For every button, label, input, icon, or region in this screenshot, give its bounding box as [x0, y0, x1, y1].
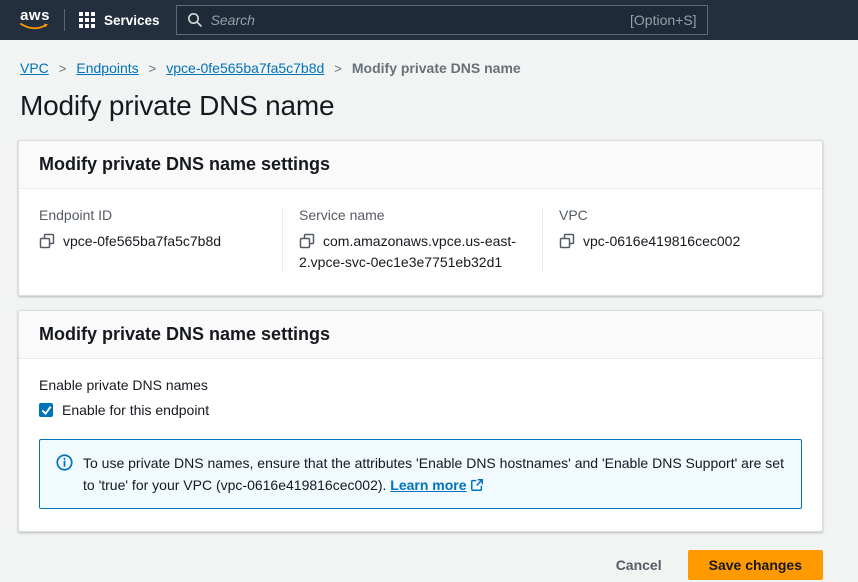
service-name-column: Service name com.amazonaws.vpce.us-east-…: [282, 207, 542, 273]
external-link-icon[interactable]: [470, 478, 484, 492]
service-name-value-row: com.amazonaws.vpce.us-east-2.vpce-svc-0e…: [299, 231, 526, 273]
top-navigation-bar: aws Services [Option+S]: [0, 0, 858, 40]
checkmark-icon: [41, 405, 52, 416]
vpc-value: vpc-0616e419816cec002: [583, 233, 740, 249]
breadcrumb-link-endpoints[interactable]: Endpoints: [76, 60, 138, 76]
form-actions: Cancel Save changes: [18, 546, 823, 580]
vpc-column: VPC vpc-0616e419816cec002: [542, 207, 802, 273]
info-icon: [56, 454, 73, 471]
settings-card-body: Enable private DNS names Enable for this…: [19, 359, 822, 531]
endpoint-id-value-row: vpce-0fe565ba7fa5c7b8d: [39, 231, 266, 252]
breadcrumb-link-endpoint-id[interactable]: vpce-0fe565ba7fa5c7b8d: [166, 60, 324, 76]
summary-card-header: Modify private DNS name settings: [19, 141, 822, 189]
breadcrumb-separator: >: [59, 61, 67, 76]
breadcrumb: VPC > Endpoints > vpce-0fe565ba7fa5c7b8d…: [20, 60, 823, 76]
enable-private-dns-label: Enable private DNS names: [39, 377, 802, 393]
topbar-divider: [64, 9, 65, 31]
settings-card-header: Modify private DNS name settings: [19, 311, 822, 359]
summary-card-title: Modify private DNS name settings: [39, 154, 802, 175]
copy-endpoint-id-icon[interactable]: [39, 233, 55, 249]
aws-logo-text: aws: [20, 9, 50, 23]
endpoint-id-column: Endpoint ID vpce-0fe565ba7fa5c7b8d: [39, 207, 282, 273]
search-shortcut-hint: [Option+S]: [630, 12, 697, 28]
breadcrumb-separator: >: [149, 61, 157, 76]
copy-vpc-id-icon[interactable]: [559, 233, 575, 249]
learn-more-link[interactable]: Learn more: [390, 477, 466, 493]
cancel-button[interactable]: Cancel: [616, 557, 662, 573]
search-icon: [187, 12, 203, 28]
settings-card-title: Modify private DNS name settings: [39, 324, 802, 345]
vpc-label: VPC: [559, 207, 786, 223]
summary-card-body: Endpoint ID vpce-0fe565ba7fa5c7b8d Servi…: [19, 189, 822, 295]
page-title: Modify private DNS name: [20, 90, 823, 122]
aws-smile-icon: [20, 23, 50, 31]
global-search-box[interactable]: [Option+S]: [176, 5, 708, 35]
enable-endpoint-checkbox-label: Enable for this endpoint: [62, 402, 209, 418]
aws-logo[interactable]: aws: [20, 9, 50, 31]
alert-message: To use private DNS names, ensure that th…: [83, 452, 785, 496]
copy-service-name-icon[interactable]: [299, 233, 315, 249]
services-grid-icon: [79, 12, 95, 28]
breadcrumb-link-vpc[interactable]: VPC: [20, 60, 49, 76]
services-label: Services: [104, 13, 160, 28]
endpoint-id-value: vpce-0fe565ba7fa5c7b8d: [63, 233, 221, 249]
endpoint-id-label: Endpoint ID: [39, 207, 266, 223]
enable-endpoint-checkbox[interactable]: [39, 403, 53, 417]
breadcrumb-current-page: Modify private DNS name: [352, 60, 521, 76]
settings-card: Modify private DNS name settings Enable …: [18, 310, 823, 532]
search-input[interactable]: [211, 12, 622, 28]
save-changes-button[interactable]: Save changes: [688, 550, 823, 580]
summary-card: Modify private DNS name settings Endpoin…: [18, 140, 823, 296]
services-menu-button[interactable]: Services: [79, 12, 160, 28]
service-name-value: com.amazonaws.vpce.us-east-2.vpce-svc-0e…: [299, 233, 516, 270]
service-name-label: Service name: [299, 207, 526, 223]
main-content: VPC > Endpoints > vpce-0fe565ba7fa5c7b8d…: [0, 40, 858, 580]
vpc-value-row: vpc-0616e419816cec002: [559, 231, 786, 252]
breadcrumb-separator: >: [334, 61, 342, 76]
private-dns-info-alert: To use private DNS names, ensure that th…: [39, 439, 802, 509]
enable-endpoint-checkbox-row[interactable]: Enable for this endpoint: [39, 402, 802, 418]
